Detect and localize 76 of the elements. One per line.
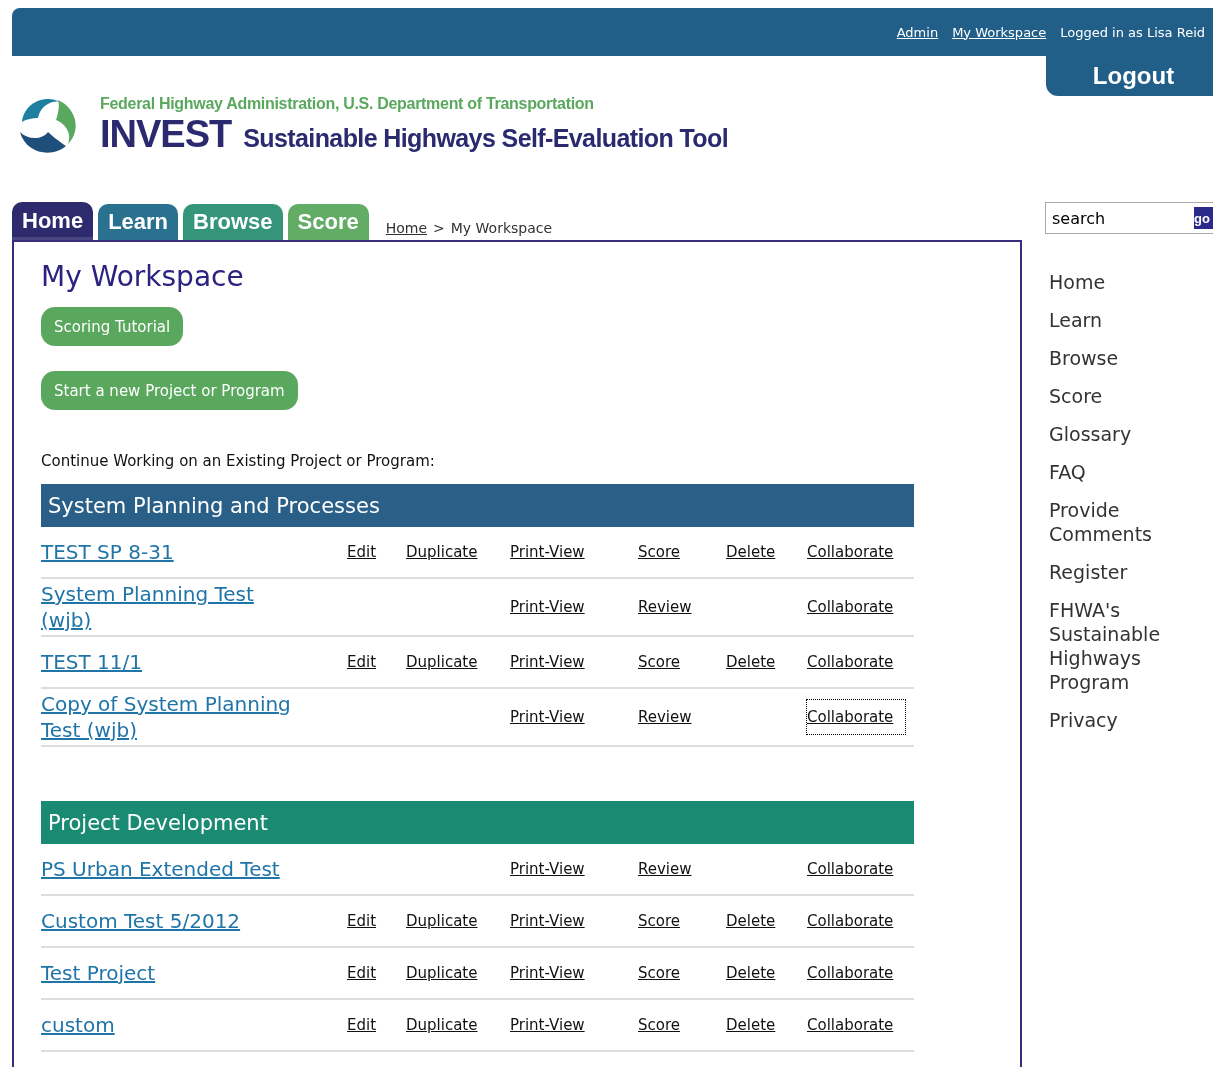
sidebar-link[interactable]: Score: [1049, 384, 1213, 408]
sidebar-link[interactable]: Provide Comments: [1049, 498, 1213, 546]
user-status: Logged in as Lisa Reid: [1060, 24, 1205, 40]
nav-tab[interactable]: Browse: [183, 204, 283, 240]
action-link[interactable]: Collaborate: [807, 700, 906, 734]
project-link[interactable]: TEST 11/1: [41, 649, 301, 675]
intro-text: Continue Working on an Existing Project or Program:: [41, 452, 436, 470]
section-header: Project Development: [41, 801, 914, 844]
sidebar-link[interactable]: Register: [1049, 560, 1213, 584]
nav-tab[interactable]: Learn: [98, 204, 179, 240]
sidebar-link[interactable]: FHWA's Sustainable Highways Program: [1049, 598, 1213, 694]
sidebar-link[interactable]: Home: [1049, 270, 1213, 294]
action-link[interactable]: Print-View: [510, 653, 585, 671]
action-link[interactable]: Score: [638, 964, 680, 982]
action-link[interactable]: Delete: [726, 1016, 776, 1034]
action-link[interactable]: Print-View: [510, 1016, 585, 1034]
action-link[interactable]: Duplicate: [406, 543, 478, 561]
product-subtitle: Sustainable Highways Self-Evaluation Tool: [243, 123, 728, 153]
search-field[interactable]: search go: [1045, 202, 1213, 234]
project-link[interactable]: Copy of System Planning Test (wjb): [41, 691, 301, 743]
go-button[interactable]: go: [1194, 207, 1213, 229]
breadcrumb-current: My Workspace: [450, 220, 553, 236]
action-link[interactable]: Print-View: [510, 912, 585, 930]
action-link[interactable]: Review: [638, 708, 692, 726]
action-link[interactable]: Print-View: [510, 708, 585, 726]
sidebar-link[interactable]: Browse: [1049, 346, 1213, 370]
agency-name: Federal Highway Administration, U.S. Department of Transportation: [100, 94, 595, 113]
page-title: My Workspace: [41, 260, 245, 293]
action-link[interactable]: Duplicate: [406, 653, 478, 671]
sidebar-link[interactable]: Privacy: [1049, 708, 1213, 732]
action-link[interactable]: Edit: [347, 543, 377, 561]
action-link[interactable]: Duplicate: [406, 964, 478, 982]
action-link[interactable]: Review: [638, 598, 692, 616]
action-link[interactable]: Collaborate: [807, 543, 894, 561]
action-link[interactable]: Review: [638, 860, 692, 878]
action-link[interactable]: Delete: [726, 653, 776, 671]
nav-tab[interactable]: Home: [12, 202, 94, 240]
action-link[interactable]: Collaborate: [807, 1016, 894, 1034]
action-link[interactable]: Score: [638, 1016, 680, 1034]
project-link[interactable]: Custom Test 5/2012: [41, 908, 301, 934]
project-link[interactable]: Test Project: [41, 960, 301, 986]
breadcrumb-separator: >: [433, 220, 445, 236]
action-link[interactable]: Duplicate: [406, 1016, 478, 1034]
action-link[interactable]: Delete: [726, 964, 776, 982]
project-link[interactable]: TEST SP 8-31: [41, 539, 301, 565]
action-link[interactable]: Duplicate: [406, 912, 478, 930]
project-link[interactable]: System Planning Test (wjb): [41, 581, 301, 633]
action-link[interactable]: Collaborate: [807, 653, 894, 671]
action-link[interactable]: Collaborate: [807, 860, 894, 878]
action-link[interactable]: Collaborate: [807, 912, 894, 930]
logout-button[interactable]: Logout: [1046, 56, 1213, 96]
action-link[interactable]: Delete: [726, 912, 776, 930]
action-link[interactable]: Print-View: [510, 860, 585, 878]
action-link[interactable]: Delete: [726, 543, 776, 561]
action-link[interactable]: Collaborate: [807, 598, 894, 616]
action-link[interactable]: Score: [638, 653, 680, 671]
sidebar-link[interactable]: Glossary: [1049, 422, 1213, 446]
action-link[interactable]: Score: [638, 912, 680, 930]
sidebar-link[interactable]: Learn: [1049, 308, 1213, 332]
action-link[interactable]: Print-View: [510, 964, 585, 982]
top-link[interactable]: My Workspace: [952, 24, 1047, 40]
project-link[interactable]: PS Urban Extended Test: [41, 856, 301, 882]
action-link[interactable]: Print-View: [510, 598, 585, 616]
action-link[interactable]: Score: [638, 543, 680, 561]
top-link[interactable]: Admin: [896, 24, 939, 40]
breadcrumb-link[interactable]: Home: [385, 220, 428, 236]
action-link[interactable]: Collaborate: [807, 964, 894, 982]
action-link[interactable]: Print-View: [510, 543, 585, 561]
product-name: INVEST: [100, 112, 232, 156]
action-link[interactable]: Edit: [347, 653, 377, 671]
project-link[interactable]: custom: [41, 1012, 301, 1038]
action-link[interactable]: Edit: [347, 912, 377, 930]
action-link[interactable]: Edit: [347, 964, 377, 982]
sidebar-link[interactable]: FAQ: [1049, 460, 1213, 484]
section-header: System Planning and Processes: [41, 484, 914, 527]
action-link[interactable]: Edit: [347, 1016, 377, 1034]
